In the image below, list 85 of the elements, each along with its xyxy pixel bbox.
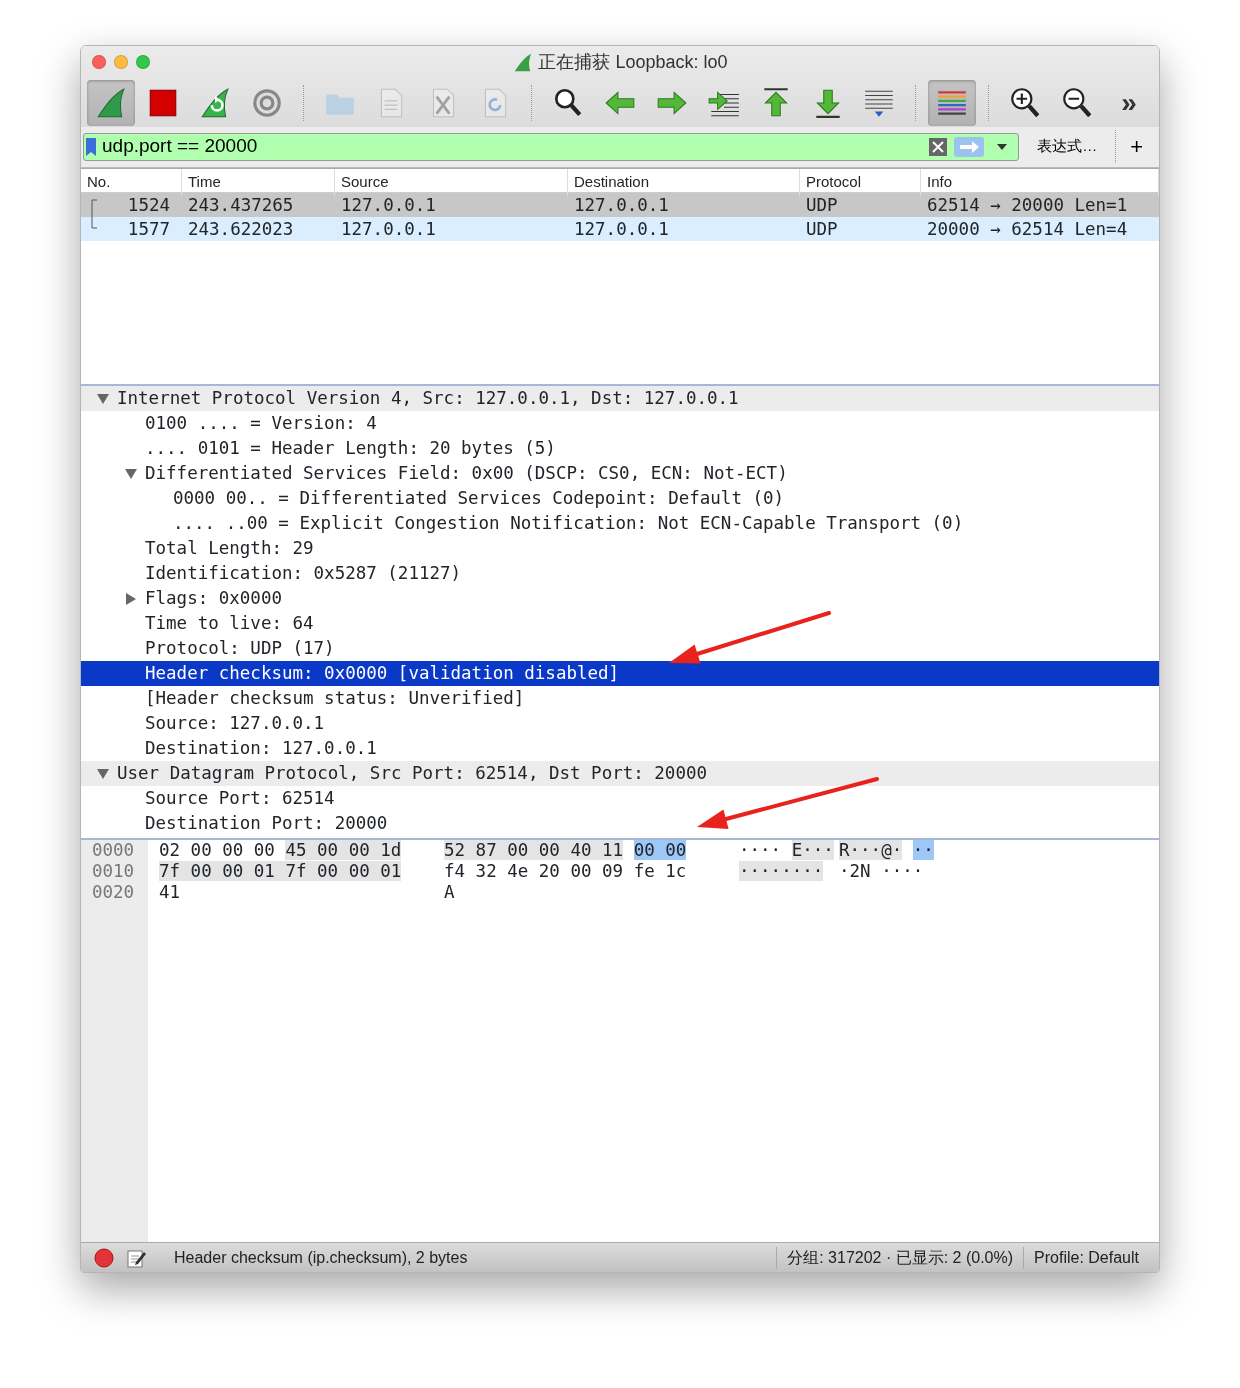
table-cell-text: 243.437265 (187, 194, 295, 217)
table-cell-text: 1577 (126, 218, 171, 241)
tree-item[interactable]: Protocol: UDP (17) (81, 636, 1159, 661)
tree-item-text: Total Length: 29 (145, 537, 314, 560)
edit-note-icon[interactable] (126, 1247, 146, 1268)
table-cell-text: 20000 → 62514 Len=4 (926, 218, 1129, 241)
overflow-button[interactable]: » (1105, 80, 1153, 126)
packet-row[interactable]: 1524 243.437265 127.0.0.1 127.0.0.1 UDP 62514 → 20000 Len=1 (81, 193, 1159, 217)
add-button[interactable]: + (1115, 130, 1157, 163)
offset-label: 0000 (92, 840, 136, 861)
tree-item-text: 0000 00.. = Differentiated Services Codepoint: Default (0) (173, 487, 785, 510)
tree-item-text: Identification: 0x5287 (21127) (145, 562, 462, 585)
ascii-text: ·2N ···· (839, 861, 924, 881)
expanded-triangle-icon[interactable] (125, 467, 137, 480)
tree-item[interactable]: .... ..00 = Explicit Congestion Notification: Not ECN-Capable Transport (0) (81, 511, 1159, 536)
table-cell-text: 127.0.0.1 (573, 218, 670, 241)
ascii-text: E··· (791, 840, 834, 860)
tree-item-text: Protocol: UDP (17) (145, 637, 335, 660)
tree-item-text: .... ..00 = Explicit Congestion Notification: Not ECN-Capable Transport (0) (173, 512, 964, 535)
tree-item[interactable]: 0100 .... = Version: 4 (81, 411, 1159, 436)
table-cell-text: 127.0.0.1 (340, 218, 437, 241)
tree-item-text: 0100 .... = Version: 4 (145, 412, 377, 435)
tree-item[interactable]: Source Port: 62514 (81, 786, 1159, 811)
ascii-text: ········ (739, 861, 824, 881)
tree-item[interactable]: User Datagram Protocol, Src Port: 62514, Dst Port: 20000 (81, 761, 1159, 786)
tree-item[interactable]: Destination Port: 20000 (81, 811, 1159, 836)
tree-item-text: User Datagram Protocol, Src Port: 62514, Dst Port: 20000 (117, 762, 707, 785)
tree-item[interactable]: Time to live: 64 (81, 611, 1159, 636)
table-cell-text: 62514 → 20000 Len=1 (926, 194, 1129, 217)
expanded-triangle-icon[interactable] (97, 392, 109, 405)
tree-item-text: Differentiated Services Field: 0x00 (DSCP: CS0, ECN: Not-ECT) (145, 462, 788, 485)
hex-bytes: 41 (159, 882, 181, 902)
ascii-text: R···@· (839, 840, 903, 860)
ascii-text: ·· (912, 840, 934, 860)
tree-item-text: .... 0101 = Header Length: 20 bytes (5) (145, 437, 556, 460)
collapsed-triangle-icon[interactable] (125, 592, 137, 605)
window-title: 正在捕获 Loopback: lo0 (538, 51, 728, 74)
hex-bytes: 7f 00 00 01 7f 00 00 01 (159, 861, 402, 881)
profile-label[interactable]: Profile: Default (1024, 1245, 1159, 1270)
tree-item[interactable]: Flags: 0x0000 (81, 586, 1159, 611)
tree-item[interactable]: Destination: 127.0.0.1 (81, 736, 1159, 761)
offset-label: 0010 (92, 861, 136, 882)
hex-bytes: 00 00 (633, 840, 687, 860)
hex-bytes: 45 00 00 1d (285, 840, 402, 860)
packet-count-text: 分组: 317202 · 已显示: 2 (0.0%) (786, 1247, 1015, 1268)
tree-item-text: Source: 127.0.0.1 (145, 712, 325, 735)
tree-item[interactable]: [Header checksum status: Unverified] (81, 686, 1159, 711)
tree-item-text: Destination: 127.0.0.1 (145, 737, 377, 760)
expanded-triangle-icon[interactable] (97, 767, 109, 780)
tree-item[interactable]: Identification: 0x5287 (21127) (81, 561, 1159, 586)
bookmark-icon[interactable] (84, 136, 98, 157)
tree-item-text: Time to live: 64 (145, 612, 314, 635)
tree-item[interactable]: Differentiated Services Field: 0x00 (DSCP: CS0, ECN: Not-ECT) (81, 461, 1159, 486)
ascii-text: A (444, 882, 455, 902)
tree-item-text: Destination Port: 20000 (145, 812, 388, 835)
ascii-text: ···· (739, 840, 782, 860)
table-cell-text: 243.622023 (187, 218, 295, 241)
tree-item[interactable]: .... 0101 = Header Length: 20 bytes (5) (81, 436, 1159, 461)
tree-item-text: [Header checksum status: Unverified] (145, 687, 525, 710)
table-cell-text: 127.0.0.1 (340, 194, 437, 217)
tree-item[interactable]: Internet Protocol Version 4, Src: 127.0.0.1, Dst: 127.0.0.1 (81, 386, 1159, 411)
table-cell-text: 1524 (126, 194, 171, 217)
zoom-button[interactable] (136, 55, 150, 69)
hex-bytes: 02 00 00 00 (159, 840, 275, 860)
hex-bytes: 52 87 00 00 40 11 (444, 840, 624, 860)
packet-row[interactable]: 1577 243.622023 127.0.0.1 127.0.0.1 UDP 20000 → 62514 Len=4 (81, 217, 1159, 241)
tree-item[interactable]: Header checksum: 0x0000 [validation disabled] (81, 661, 1159, 686)
tree-item[interactable]: Source: 127.0.0.1 (81, 711, 1159, 736)
clear-icon[interactable] (928, 136, 949, 157)
close-button[interactable] (92, 55, 106, 69)
offset-label: 0020 (92, 882, 136, 903)
tree-item-text: Flags: 0x0000 (145, 587, 282, 610)
dropdown-caret-icon[interactable] (996, 142, 1009, 151)
tree-item[interactable]: Total Length: 29 (81, 536, 1159, 561)
capture-status-icon[interactable] (94, 1247, 114, 1268)
table-cell-text: 127.0.0.1 (573, 194, 670, 217)
table-cell-text: UDP (805, 218, 839, 241)
tree-item-text: Header checksum: 0x0000 [validation disabled] (145, 662, 620, 685)
tree-item[interactable]: 0000 00.. = Differentiated Services Codepoint: Default (0) (81, 486, 1159, 511)
tree-item-text: Internet Protocol Version 4, Src: 127.0.0.1, Dst: 127.0.0.1 (117, 387, 739, 410)
tree-item-text: Source Port: 62514 (145, 787, 335, 810)
table-cell-text: UDP (805, 194, 839, 217)
hex-bytes: f4 32 4e 20 00 09 fe 1c (444, 861, 687, 881)
field-info-text: Header checksum (ip.checksum), 2 bytes (174, 1247, 469, 1268)
expression-button[interactable]: 表达式… (1019, 135, 1116, 158)
